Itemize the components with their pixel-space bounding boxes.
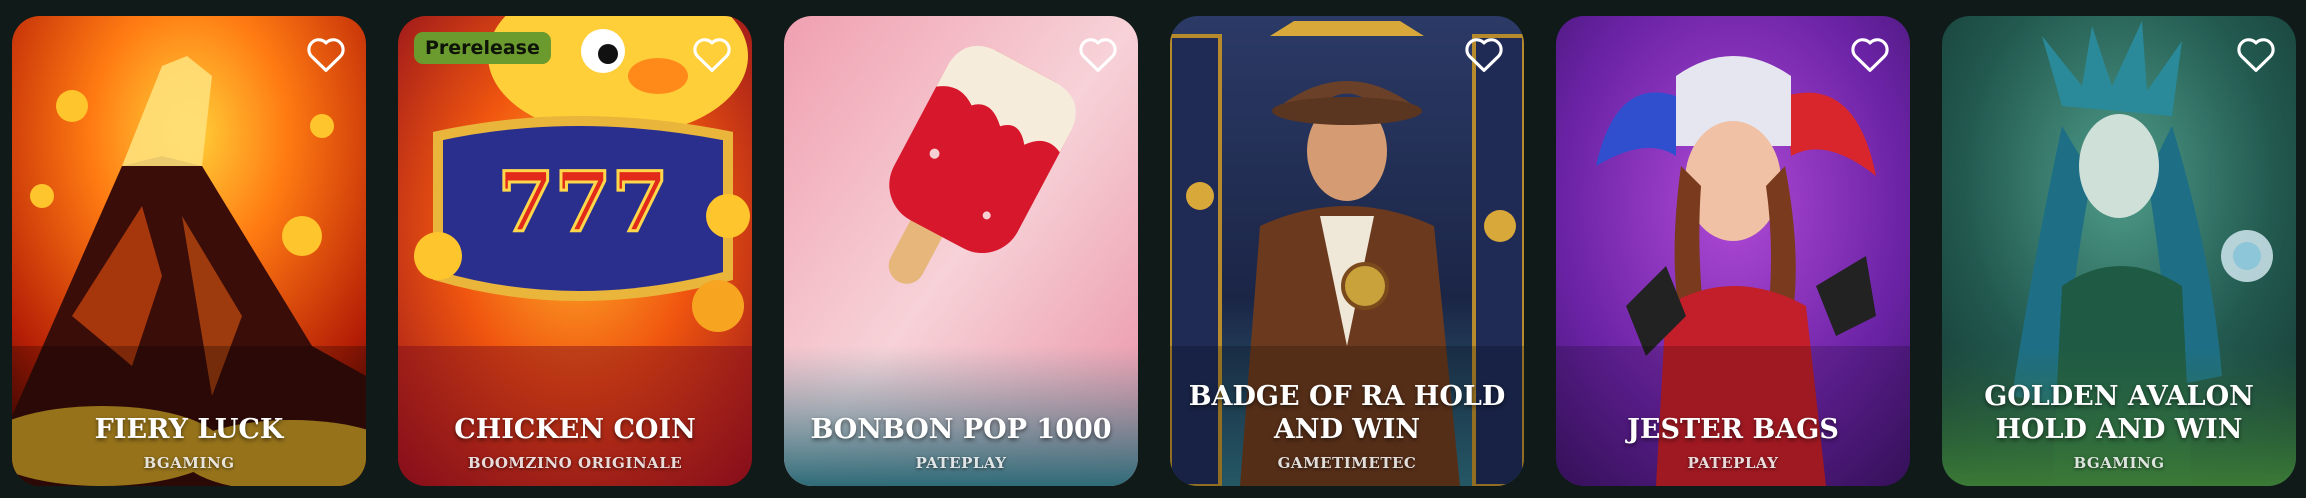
game-card-badge-of-ra-hold-and-win[interactable]: BADGE OF RA HOLD AND WIN GAMETIMETEC: [1170, 16, 1524, 486]
game-provider: BGAMING: [143, 454, 235, 472]
game-title: FIERY LUCK: [94, 414, 284, 445]
heart-outline-icon: [2237, 38, 2275, 72]
favorite-button[interactable]: [2234, 32, 2278, 76]
game-card-fiery-luck[interactable]: FIERY LUCK BGAMING: [12, 16, 366, 486]
game-title: GOLDEN AVALON HOLD AND WIN: [1984, 381, 2254, 445]
game-title: BONBON POP 1000: [810, 414, 1112, 445]
favorite-button[interactable]: [690, 32, 734, 76]
favorite-button[interactable]: [1076, 32, 1120, 76]
favorite-button[interactable]: [1848, 32, 1892, 76]
game-provider: BGAMING: [2073, 454, 2165, 472]
heart-outline-icon: [1851, 38, 1889, 72]
heart-outline-icon: [1465, 38, 1503, 72]
game-card-chicken-coin[interactable]: 777 Prerelease CHICKEN COIN BOOMZINO ORI…: [398, 16, 752, 486]
favorite-button[interactable]: [304, 32, 348, 76]
game-grid: FIERY LUCK BGAMING 777 Prerelease CHICKE…: [12, 16, 2296, 486]
game-provider: BOOMZINO ORIGINALE: [467, 454, 683, 472]
game-title: BADGE OF RA HOLD AND WIN: [1188, 381, 1506, 445]
game-provider: GAMETIMETEC: [1277, 454, 1417, 472]
heart-outline-icon: [1079, 38, 1117, 72]
game-provider: PATEPLAY: [1687, 454, 1779, 472]
prerelease-badge: Prerelease: [414, 32, 551, 64]
game-card-jester-bags[interactable]: JESTER BAGS PATEPLAY: [1556, 16, 1910, 486]
favorite-button[interactable]: [1462, 32, 1506, 76]
game-title: JESTER BAGS: [1627, 414, 1839, 445]
heart-outline-icon: [307, 38, 345, 72]
game-card-bonbon-pop-1000[interactable]: BONBON POP 1000 PATEPLAY: [784, 16, 1138, 486]
game-title: CHICKEN COIN: [454, 414, 696, 445]
game-card-golden-avalon-hold-and-win[interactable]: GOLDEN AVALON HOLD AND WIN BGAMING: [1942, 16, 2296, 486]
game-provider: PATEPLAY: [915, 454, 1007, 472]
heart-outline-icon: [693, 38, 731, 72]
svg-text:777: 777: [497, 155, 668, 251]
